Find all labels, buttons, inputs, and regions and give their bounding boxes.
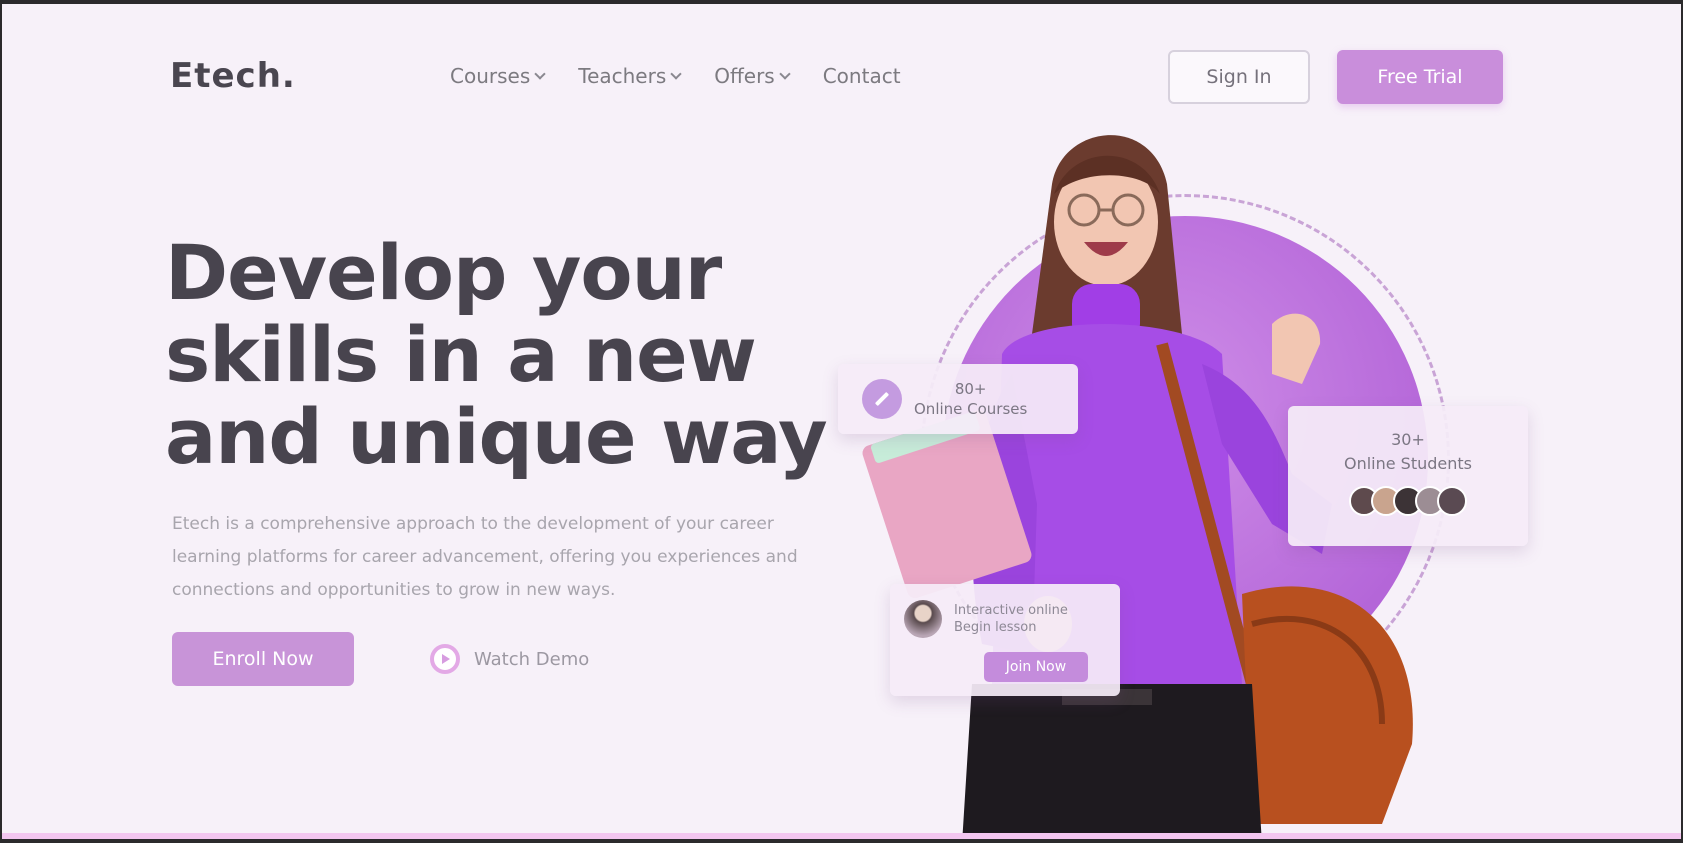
avatar	[904, 600, 942, 638]
courses-count: 80+	[954, 380, 987, 398]
bottom-accent-bar	[2, 833, 1681, 839]
brand-logo[interactable]: Etech.	[170, 56, 296, 96]
nav-item-label: Teachers	[578, 64, 667, 88]
sign-in-button[interactable]: Sign In	[1168, 50, 1310, 104]
avatar	[1437, 486, 1467, 516]
hero-description: Etech is a comprehensive approach to the…	[172, 514, 798, 600]
watch-demo-link[interactable]: Watch Demo	[430, 644, 589, 674]
nav-item-label: Offers	[714, 64, 775, 88]
chevron-down-icon	[670, 68, 682, 80]
live-class-card: Interactive online Begin lesson Join Now	[890, 584, 1120, 696]
student-avatars	[1288, 486, 1528, 516]
enroll-now-button[interactable]: Enroll Now	[172, 632, 354, 686]
pencil-icon	[862, 379, 902, 419]
nav-item-label: Courses	[450, 64, 531, 88]
nav-item-teachers[interactable]: Teachers	[578, 64, 682, 88]
chevron-down-icon	[534, 68, 546, 80]
nav-item-offers[interactable]: Offers	[714, 64, 791, 88]
nav-item-label: Contact	[822, 64, 901, 88]
play-icon	[430, 644, 460, 674]
hero-visual: 80+ Online Courses 30+ Online Students I…	[822, 124, 1582, 839]
courses-label: Online Courses	[914, 400, 1028, 418]
courses-stat-card: 80+ Online Courses	[838, 364, 1078, 434]
watch-demo-label: Watch Demo	[474, 648, 590, 670]
chevron-down-icon	[779, 68, 791, 80]
class-subtitle: Begin lesson	[954, 620, 1037, 635]
hero-title: Develop your skills in a new and unique …	[165, 232, 845, 478]
hero-title-line: skills in a new	[165, 310, 757, 399]
nav-item-courses[interactable]: Courses	[450, 64, 546, 88]
students-count: 30+	[1391, 430, 1425, 449]
students-stat-card: 30+ Online Students	[1288, 406, 1528, 546]
join-now-button[interactable]: Join Now	[984, 652, 1088, 682]
class-title: Interactive online	[954, 603, 1068, 618]
students-label: Online Students	[1343, 454, 1472, 473]
main-nav: Courses Teachers Offers Contact	[450, 64, 901, 88]
landing-page: Etech. Courses Teachers Offers Contact S…	[2, 4, 1681, 839]
hero-title-line: Develop your	[165, 228, 722, 317]
hero-title-line: and unique way	[165, 392, 828, 481]
free-trial-button[interactable]: Free Trial	[1337, 50, 1503, 104]
nav-item-contact[interactable]: Contact	[823, 64, 901, 88]
